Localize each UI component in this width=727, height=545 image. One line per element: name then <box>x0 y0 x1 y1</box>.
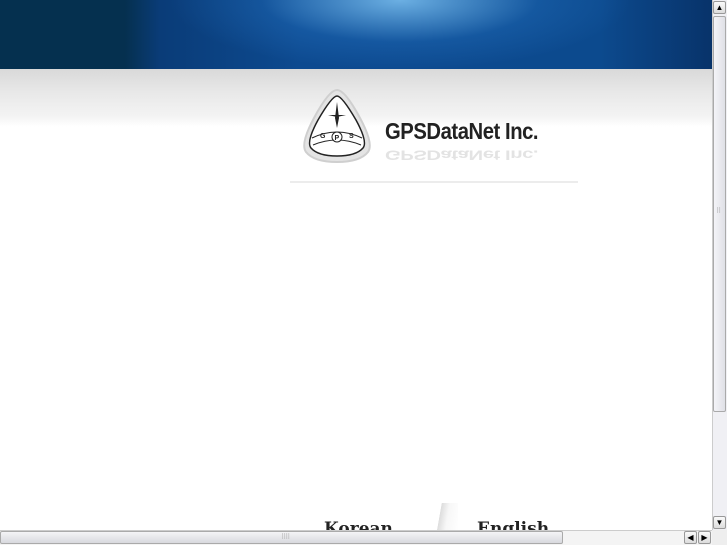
arrow-up-icon: ▲ <box>715 3 724 12</box>
gps-compass-logo: G P S <box>303 88 371 164</box>
vertical-scroll-thumb[interactable]: ⠿ <box>713 16 726 412</box>
svg-text:S: S <box>349 133 354 140</box>
language-separator <box>430 503 458 533</box>
divider <box>290 181 578 183</box>
company-name: GPSDataNet Inc. <box>385 118 539 144</box>
scroll-left-button[interactable]: ◀ <box>684 531 697 544</box>
arrow-left-icon: ◀ <box>687 533 694 542</box>
scroll-right-button[interactable]: ▶ <box>698 531 711 544</box>
svg-text:P: P <box>335 135 340 142</box>
horizontal-scroll-thumb[interactable]: ⠿⠿ <box>0 531 563 544</box>
arrow-down-icon: ▼ <box>715 518 724 527</box>
arrow-right-icon: ▶ <box>701 533 708 542</box>
header-banner <box>0 0 712 69</box>
svg-text:G: G <box>320 133 326 140</box>
scroll-down-button[interactable]: ▼ <box>713 516 726 529</box>
scroll-up-button[interactable]: ▲ <box>713 1 726 14</box>
scrollbar-corner <box>712 530 727 545</box>
company-name-reflection: GPSDataNet Inc. <box>385 147 539 163</box>
